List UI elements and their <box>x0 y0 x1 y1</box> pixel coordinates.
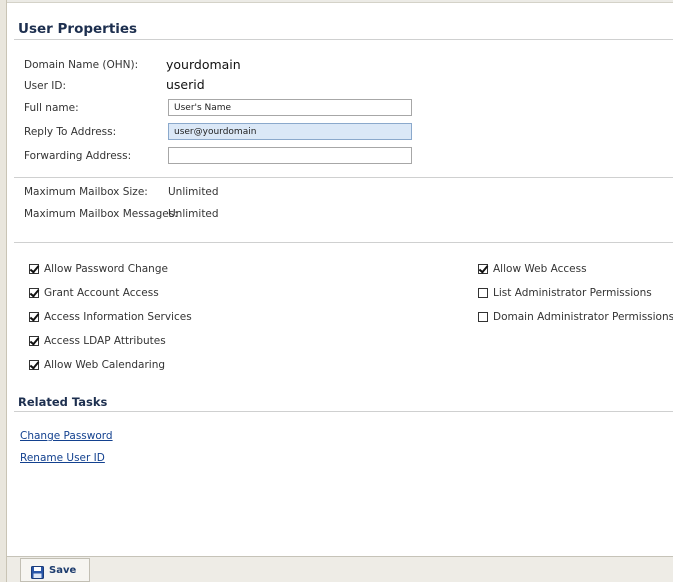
user-id-label: User ID: <box>24 80 66 92</box>
checkbox-label: Access Information Services <box>44 311 192 323</box>
save-label: Save <box>49 564 77 576</box>
max-mailbox-size-label: Maximum Mailbox Size: <box>24 186 148 198</box>
checkbox-label: Allow Password Change <box>44 263 168 275</box>
checkbox[interactable] <box>478 312 488 322</box>
checkbox-label: List Administrator Permissions <box>493 287 652 299</box>
title-divider <box>14 39 673 40</box>
checkbox[interactable] <box>29 360 39 370</box>
permission-grant-account-access[interactable]: Grant Account Access <box>29 286 159 300</box>
max-mailbox-size-value: Unlimited <box>168 186 219 198</box>
permission-domain-administrator[interactable]: Domain Administrator Permissions <box>478 310 673 324</box>
reply-to-field[interactable] <box>168 123 412 140</box>
full-name-label: Full name: <box>24 102 79 114</box>
top-tab-strip <box>7 0 673 3</box>
checkbox[interactable] <box>29 288 39 298</box>
permission-access-ldap-attributes[interactable]: Access LDAP Attributes <box>29 334 166 348</box>
fields-divider <box>14 177 673 178</box>
checkbox[interactable] <box>29 264 39 274</box>
checkbox[interactable] <box>478 288 488 298</box>
checkbox-label: Access LDAP Attributes <box>44 335 166 347</box>
mailbox-divider <box>14 242 673 243</box>
permission-list-administrator[interactable]: List Administrator Permissions <box>478 286 652 300</box>
related-tasks-title: Related Tasks <box>18 395 108 409</box>
max-mailbox-messages-label: Maximum Mailbox Messages: <box>24 208 178 220</box>
change-password-link[interactable]: Change Password <box>20 430 113 442</box>
floppy-disk-icon <box>31 564 44 579</box>
checkbox[interactable] <box>478 264 488 274</box>
reply-to-label: Reply To Address: <box>24 126 117 138</box>
window-left-border <box>0 0 7 582</box>
permission-allow-password-change[interactable]: Allow Password Change <box>29 262 168 276</box>
domain-name-value: yourdomain <box>166 57 241 72</box>
save-button[interactable]: Save <box>20 558 90 582</box>
full-name-field[interactable] <box>168 99 412 116</box>
checkbox-label: Allow Web Calendaring <box>44 359 166 371</box>
user-id-value: userid <box>166 77 205 92</box>
checkbox-label: Domain Administrator Permissions <box>493 311 673 323</box>
permission-allow-web-calendaring[interactable]: Allow Web Calendaring <box>29 358 165 372</box>
rename-user-id-link[interactable]: Rename User ID <box>20 452 105 464</box>
max-mailbox-messages-value: Unlimited <box>168 208 219 220</box>
permission-access-information-services[interactable]: Access Information Services <box>29 310 192 324</box>
checkbox-label: Allow Web Access <box>493 263 587 275</box>
domain-name-label: Domain Name (OHN): <box>24 59 139 71</box>
page-title: User Properties <box>18 21 138 37</box>
forwarding-address-field[interactable] <box>168 147 412 164</box>
checkbox[interactable] <box>29 312 39 322</box>
bottom-toolbar: Save <box>7 556 673 582</box>
related-tasks-divider <box>14 411 673 412</box>
checkbox[interactable] <box>29 336 39 346</box>
forwarding-address-label: Forwarding Address: <box>24 150 132 162</box>
checkbox-label: Grant Account Access <box>44 287 159 299</box>
permission-allow-web-access[interactable]: Allow Web Access <box>478 262 587 276</box>
